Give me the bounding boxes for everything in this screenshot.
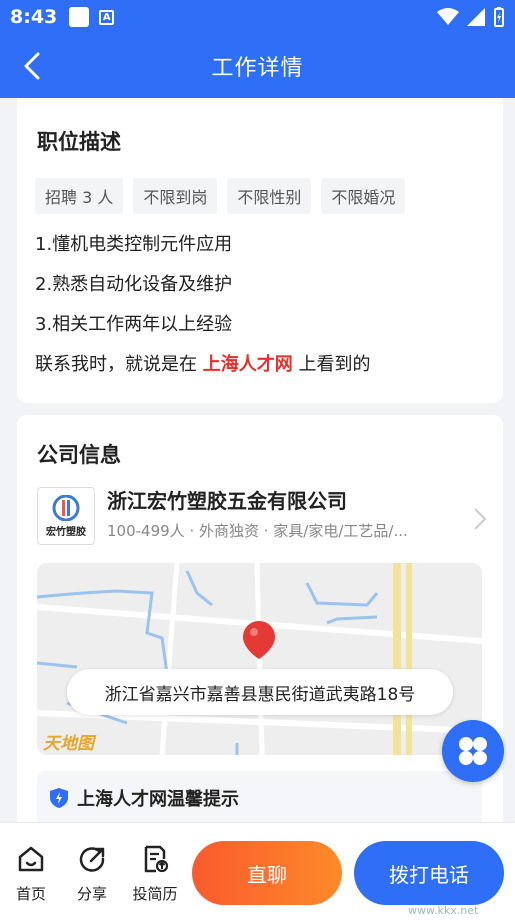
requirement-line: 1.懂机电类控制元件应用 [35,234,233,255]
home-label: 首页 [15,885,46,903]
status-bar: 8:43 A [0,0,515,34]
contact-note: 联系我时，就说是在 上海人才网 上看到的 [35,350,370,376]
company-row[interactable]: 宏竹塑胶 浙江宏竹塑胶五金有限公司 100-499人 · 外商独资 · 家具/家… [37,487,487,547]
map-brand-logo: 天地图 [43,734,94,754]
chevron-left-icon [24,52,40,80]
share-label: 分享 [76,885,107,903]
company-meta: 100-499人 · 外商独资 · 家具/家电/工艺品/... [107,522,408,540]
nav-bar: 工作详情 [0,34,515,98]
resume-upload-icon [144,845,169,873]
job-description-heading: 职位描述 [37,130,121,154]
chevron-right-icon [474,508,487,530]
chat-button[interactable]: 直聊 [192,841,342,905]
tag-headcount: 招聘 3 人 [35,178,124,214]
grid-menu-icon [459,737,487,765]
contact-suffix: 上看到的 [298,354,371,375]
floating-menu-button[interactable] [442,720,504,782]
status-time: 8:43 [10,6,58,28]
warm-tip-title: 上海人才网温馨提示 [77,789,239,810]
notification-square-icon [69,7,90,27]
company-map[interactable]: 浙江省嘉兴市嘉善县惠民街道武夷路18号 天地图 [37,563,482,755]
back-button[interactable] [16,50,48,82]
resume-tab[interactable]: 投简历 [128,845,182,904]
contact-site: 上海人才网 [202,354,293,375]
watermark-text: www.kkx.net [408,904,479,917]
job-description-card: 职位描述 招聘 3 人 不限到岗 不限性别 不限婚况 1.懂机电类控制元件应用 … [17,98,503,403]
map-roads [37,563,482,755]
company-logo-mark-icon [52,494,80,521]
tag-marital: 不限婚况 [321,178,406,214]
requirement-line: 3.相关工作两年以上经验 [35,314,233,335]
resume-label: 投简历 [132,885,178,903]
tag-gender: 不限性别 [227,178,312,214]
requirement-line: 2.熟悉自动化设备及维护 [35,274,233,295]
wifi-icon [437,8,459,25]
shield-icon [50,788,68,808]
company-info-heading: 公司信息 [37,443,121,467]
contact-prefix: 联系我时，就说是在 [35,354,197,375]
call-button[interactable]: 拨打电话 [354,841,504,905]
home-tab[interactable]: 首页 [6,845,56,904]
tag-start: 不限到岗 [133,178,218,214]
company-info-card: 公司信息 宏竹塑胶 浙江宏竹塑胶五金有限公司 100-499人 · 外商独资 ·… [17,415,503,841]
app-notification-icon: A [99,9,115,25]
share-tab[interactable]: 分享 [67,845,117,904]
battery-icon [494,7,504,27]
company-name: 浙江宏竹塑胶五金有限公司 [107,489,347,513]
home-icon [18,846,44,872]
signal-icon [467,8,485,26]
page-title: 工作详情 [211,56,304,81]
job-tags: 招聘 3 人 不限到岗 不限性别 不限婚况 [35,178,406,214]
company-logo: 宏竹塑胶 [37,487,95,545]
company-logo-text: 宏竹塑胶 [46,526,86,538]
address-pill: 浙江省嘉兴市嘉善县惠民街道武夷路18号 [67,669,453,715]
share-icon [79,847,105,872]
